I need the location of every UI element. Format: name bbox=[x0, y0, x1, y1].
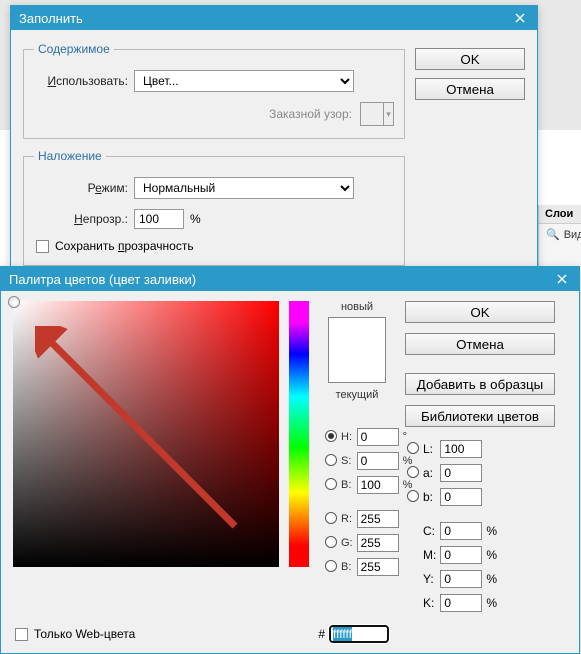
b2-input[interactable] bbox=[357, 558, 399, 576]
b2-label: B: bbox=[339, 555, 355, 579]
layers-tab[interactable]: Слои bbox=[539, 205, 581, 224]
hsb-group: H: ° S: % B: bbox=[323, 425, 414, 579]
fill-titlebar[interactable]: Заполнить bbox=[11, 6, 537, 30]
h-radio[interactable] bbox=[325, 430, 337, 442]
y-input[interactable] bbox=[440, 570, 482, 588]
preserve-transparency-checkbox[interactable] bbox=[36, 240, 49, 253]
b-input[interactable] bbox=[357, 476, 399, 494]
b-radio[interactable] bbox=[325, 478, 337, 490]
custom-pattern-swatch[interactable] bbox=[360, 102, 384, 126]
opacity-unit: % bbox=[190, 212, 201, 226]
blending-group: Наложение Режим: Нормальный Непрозр.: % … bbox=[23, 149, 405, 266]
a-input[interactable] bbox=[440, 464, 482, 482]
current-color-label: текущий bbox=[323, 389, 391, 401]
hex-label: # bbox=[318, 627, 325, 641]
custom-pattern-dropdown[interactable]: ▾ bbox=[384, 102, 394, 126]
lab-b-input[interactable] bbox=[440, 488, 482, 506]
r-input[interactable] bbox=[357, 510, 399, 528]
k-unit: % bbox=[484, 591, 499, 615]
close-button[interactable] bbox=[509, 9, 531, 27]
blending-legend: Наложение bbox=[34, 149, 106, 163]
content-legend: Содержимое bbox=[34, 42, 114, 56]
h-label: H: bbox=[339, 425, 355, 449]
mode-select[interactable]: Нормальный bbox=[134, 177, 354, 199]
color-field-cursor bbox=[8, 296, 20, 308]
l-input[interactable] bbox=[440, 440, 482, 458]
m-input[interactable] bbox=[440, 546, 482, 564]
g-radio[interactable] bbox=[325, 536, 337, 548]
b-label: B: bbox=[339, 473, 355, 497]
s-radio[interactable] bbox=[325, 454, 337, 466]
k-input[interactable] bbox=[440, 594, 482, 612]
mode-label: Режим: bbox=[34, 181, 134, 195]
color-libraries-button[interactable]: Библиотеки цветов bbox=[405, 405, 555, 427]
close-icon bbox=[557, 274, 567, 284]
color-picker-dialog: Палитра цветов (цвет заливки) bbox=[0, 266, 580, 654]
use-label: Использовать: bbox=[34, 74, 134, 88]
picker-title: Палитра цветов (цвет заливки) bbox=[9, 272, 196, 287]
hex-input[interactable] bbox=[329, 625, 389, 643]
cancel-button[interactable]: Отмена bbox=[405, 333, 555, 355]
fill-dialog: Заполнить Содержимое Использовать: Цвет.… bbox=[10, 5, 538, 291]
l-radio[interactable] bbox=[407, 442, 419, 454]
picker-titlebar[interactable]: Палитра цветов (цвет заливки) bbox=[1, 267, 579, 291]
preserve-transparency-label: Сохранить прозрачность bbox=[55, 239, 194, 253]
add-to-swatches-button[interactable]: Добавить в образцы bbox=[405, 373, 555, 395]
r-radio[interactable] bbox=[325, 512, 337, 524]
c-label: C: bbox=[421, 519, 438, 543]
c-input[interactable] bbox=[440, 522, 482, 540]
a-label: a: bbox=[421, 461, 438, 485]
color-field[interactable] bbox=[13, 301, 279, 567]
opacity-label: Непрозр.: bbox=[34, 212, 134, 226]
lab-b-label: b: bbox=[421, 485, 438, 509]
ok-button[interactable]: OK bbox=[405, 301, 555, 323]
lab-b-radio[interactable] bbox=[407, 490, 419, 502]
web-colors-checkbox[interactable] bbox=[15, 628, 28, 641]
layers-row[interactable]: 🔍Вид bbox=[539, 224, 581, 245]
s-input[interactable] bbox=[357, 452, 399, 470]
h-input[interactable] bbox=[357, 428, 399, 446]
l-label: L: bbox=[421, 437, 438, 461]
hue-slider[interactable] bbox=[289, 301, 309, 567]
m-unit: % bbox=[484, 543, 499, 567]
c-unit: % bbox=[484, 519, 499, 543]
cancel-button[interactable]: Отмена bbox=[415, 78, 525, 100]
new-color-label: новый bbox=[323, 301, 391, 313]
m-label: M: bbox=[421, 543, 438, 567]
ok-button[interactable]: OK bbox=[415, 48, 525, 70]
g-label: G: bbox=[339, 531, 355, 555]
color-swatch bbox=[328, 317, 386, 383]
close-icon bbox=[515, 13, 525, 23]
fill-title: Заполнить bbox=[19, 11, 83, 26]
use-select[interactable]: Цвет... bbox=[134, 70, 354, 92]
close-button[interactable] bbox=[551, 270, 573, 288]
content-group: Содержимое Использовать: Цвет... Заказно… bbox=[23, 42, 405, 139]
a-radio[interactable] bbox=[407, 466, 419, 478]
opacity-input[interactable] bbox=[134, 209, 184, 229]
web-colors-label: Только Web-цвета bbox=[34, 627, 135, 641]
b2-radio[interactable] bbox=[325, 560, 337, 572]
r-label: R: bbox=[339, 507, 355, 531]
lab-cmyk-group: L: a: b: bbox=[405, 437, 499, 615]
k-label: K: bbox=[421, 591, 438, 615]
g-input[interactable] bbox=[357, 534, 399, 552]
y-unit: % bbox=[484, 567, 499, 591]
magnifier-icon: 🔍 bbox=[542, 229, 564, 241]
custom-pattern-label: Заказной узор: bbox=[269, 107, 352, 121]
s-label: S: bbox=[339, 449, 355, 473]
y-label: Y: bbox=[421, 567, 438, 591]
